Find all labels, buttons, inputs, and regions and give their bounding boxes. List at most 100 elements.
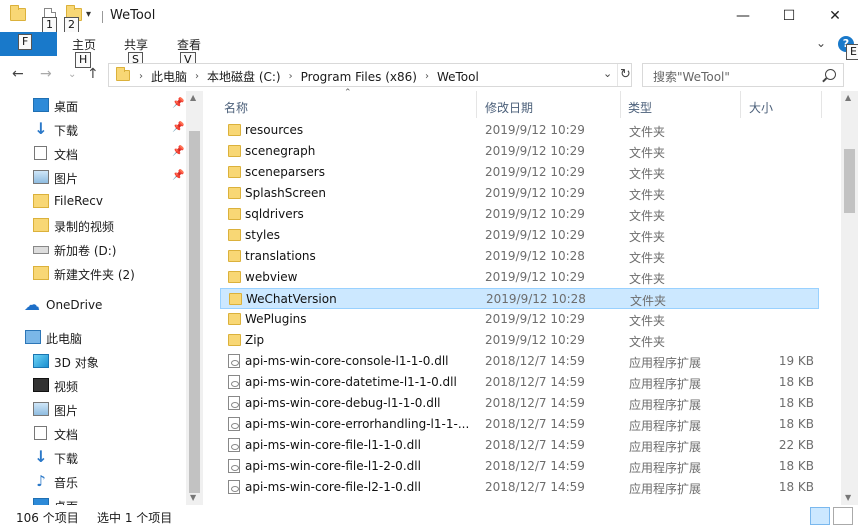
scroll-down-arrow-icon[interactable]: ▼ bbox=[845, 493, 851, 502]
search-icon[interactable] bbox=[825, 69, 836, 80]
table-row[interactable]: webview 2019/9/12 10:29 文件夹 bbox=[220, 267, 819, 288]
scroll-down-arrow-icon[interactable]: ▼ bbox=[190, 493, 196, 502]
breadcrumb-program-files[interactable]: Program Files (x86) bbox=[301, 70, 417, 84]
address-dropdown-chevron-icon[interactable]: ⌄ bbox=[603, 67, 612, 80]
nav-item-label: 文档 bbox=[54, 148, 79, 162]
file-type: 文件夹 bbox=[629, 335, 666, 349]
large-icons-view-icon[interactable] bbox=[833, 507, 853, 525]
nav-item-new-folder-2[interactable]: 新建文件夹 (2) bbox=[0, 261, 186, 285]
column-divider[interactable] bbox=[821, 91, 822, 118]
dll-file-icon bbox=[228, 396, 240, 410]
nav-item-filerecv[interactable]: FileRecv bbox=[0, 189, 186, 213]
column-header-type[interactable]: 类型 bbox=[628, 99, 652, 116]
search-input[interactable]: 搜索"WeTool" bbox=[642, 63, 844, 87]
maximize-button[interactable]: ☐ bbox=[766, 0, 812, 32]
refresh-icon[interactable]: ↻ bbox=[617, 64, 633, 86]
table-row[interactable]: api-ms-win-core-console-l1-1-0.dll 2018/1… bbox=[220, 351, 819, 372]
table-row[interactable]: sqldrivers 2019/9/12 10:29 文件夹 bbox=[220, 204, 819, 225]
tab-share[interactable]: 共享 bbox=[124, 36, 148, 53]
column-divider[interactable] bbox=[740, 91, 741, 118]
column-header-name[interactable]: 名称 bbox=[224, 99, 248, 116]
file-name: api-ms-win-core-file-l1-1-0.dll bbox=[245, 438, 421, 452]
column-divider[interactable] bbox=[476, 91, 477, 118]
file-name: translations bbox=[245, 249, 316, 263]
table-row[interactable]: api-ms-win-core-file-l1-2-0.dll 2018/12/7… bbox=[220, 456, 819, 477]
tab-view[interactable]: 查看 bbox=[177, 36, 201, 53]
folder-icon bbox=[228, 166, 241, 178]
column-header-date[interactable]: 修改日期 bbox=[485, 99, 533, 116]
file-name: api-ms-win-core-file-l2-1-0.dll bbox=[245, 480, 421, 494]
file-type: 文件夹 bbox=[629, 314, 666, 328]
dll-file-icon bbox=[228, 375, 240, 389]
folder-icon bbox=[228, 250, 241, 262]
nav-item-this-pc[interactable]: 此电脑 bbox=[0, 325, 186, 349]
nav-item-drive-d[interactable]: 新加卷 (D:) bbox=[0, 237, 186, 261]
breadcrumb-local-disk[interactable]: 本地磁盘 (C:) bbox=[207, 68, 281, 85]
file-date: 2018/12/7 14:59 bbox=[485, 417, 585, 431]
table-row[interactable]: api-ms-win-core-errorhandling-l1-1-... 20… bbox=[220, 414, 819, 435]
table-row[interactable]: WePlugins 2019/9/12 10:29 文件夹 bbox=[220, 309, 819, 330]
nav-item-pictures[interactable]: 图片 📌 bbox=[0, 165, 186, 189]
scrollbar-thumb[interactable] bbox=[189, 131, 200, 493]
table-row[interactable]: Zip 2019/9/12 10:29 文件夹 bbox=[220, 330, 819, 351]
column-header-size[interactable]: 大小 bbox=[749, 99, 773, 116]
nav-item-documents[interactable]: 文档 📌 bbox=[0, 141, 186, 165]
tab-home[interactable]: 主页 bbox=[72, 36, 96, 53]
expand-ribbon-chevron-icon[interactable]: ⌄ bbox=[816, 36, 826, 50]
nav-item-desktop[interactable]: 桌面 📌 bbox=[0, 93, 186, 117]
nav-item-videos[interactable]: 视频 bbox=[0, 373, 186, 397]
forward-arrow-icon[interactable]: → bbox=[40, 66, 52, 82]
column-divider[interactable] bbox=[620, 91, 621, 118]
minimize-button[interactable]: — bbox=[720, 0, 766, 32]
scrollbar-thumb[interactable] bbox=[844, 149, 855, 213]
nav-item-label: 视频 bbox=[54, 380, 79, 394]
nav-item-pictures-pc[interactable]: 图片 bbox=[0, 397, 186, 421]
nav-item-recorded-videos[interactable]: 录制的视频 bbox=[0, 213, 186, 237]
recent-locations-chevron-icon[interactable]: ⌄ bbox=[68, 69, 76, 80]
customize-toolbar-chevron-icon[interactable]: ▾ bbox=[86, 9, 91, 20]
table-row[interactable]: api-ms-win-core-debug-l1-1-0.dll 2018/12/… bbox=[220, 393, 819, 414]
nav-pane-scrollbar[interactable]: ▲ ▼ bbox=[186, 91, 203, 505]
scroll-up-arrow-icon[interactable]: ▲ bbox=[190, 93, 196, 102]
keytip-1: 1 bbox=[42, 17, 57, 33]
table-row[interactable]: api-ms-win-core-file-l2-1-0.dll 2018/12/7… bbox=[220, 477, 819, 498]
file-tab[interactable]: F bbox=[0, 32, 57, 56]
close-button[interactable]: ✕ bbox=[812, 0, 858, 32]
nav-item-music[interactable]: ♪ 音乐 bbox=[0, 469, 186, 493]
chevron-right-icon[interactable]: › bbox=[289, 71, 293, 82]
breadcrumb-this-pc[interactable]: 此电脑 bbox=[151, 68, 187, 85]
nav-item-documents-pc[interactable]: 文档 bbox=[0, 421, 186, 445]
details-view-icon[interactable] bbox=[810, 507, 830, 525]
file-name: resources bbox=[245, 123, 304, 137]
download-icon: ↓ bbox=[34, 119, 48, 138]
table-row[interactable]: scenegraph 2019/9/12 10:29 文件夹 bbox=[220, 141, 819, 162]
file-name: Zip bbox=[245, 333, 265, 347]
folder-icon bbox=[33, 218, 49, 232]
breadcrumb-wetool[interactable]: WeTool bbox=[437, 70, 479, 84]
music-icon: ♪ bbox=[36, 472, 46, 490]
chevron-right-icon[interactable]: › bbox=[425, 71, 429, 82]
scroll-up-arrow-icon[interactable]: ▲ bbox=[845, 93, 851, 102]
table-row[interactable]: resources 2019/9/12 10:29 文件夹 bbox=[220, 120, 819, 141]
nav-item-downloads[interactable]: ↓ 下载 📌 bbox=[0, 117, 186, 141]
table-row[interactable]: WeChatVersion 2019/9/12 10:28 文件夹 bbox=[220, 288, 819, 309]
nav-item-onedrive[interactable]: ☁ OneDrive bbox=[0, 293, 186, 317]
back-arrow-icon[interactable]: ← bbox=[12, 66, 24, 82]
nav-item-downloads-pc[interactable]: ↓ 下载 bbox=[0, 445, 186, 469]
nav-item-desktop-pc[interactable]: 桌面 bbox=[0, 493, 186, 505]
table-row[interactable]: sceneparsers 2019/9/12 10:29 文件夹 bbox=[220, 162, 819, 183]
file-list-scrollbar[interactable]: ▲ ▼ bbox=[841, 91, 858, 505]
address-bar[interactable]: › 此电脑 › 本地磁盘 (C:) › Program Files (x86) … bbox=[108, 63, 632, 87]
table-row[interactable]: styles 2019/9/12 10:29 文件夹 bbox=[220, 225, 819, 246]
table-row[interactable]: api-ms-win-core-datetime-l1-1-0.dll 2018/… bbox=[220, 372, 819, 393]
folder-icon bbox=[228, 124, 241, 136]
table-row[interactable]: api-ms-win-core-file-l1-1-0.dll 2018/12/7… bbox=[220, 435, 819, 456]
chevron-right-icon[interactable]: › bbox=[195, 71, 199, 82]
nav-item-3d-objects[interactable]: 3D 对象 bbox=[0, 349, 186, 373]
chevron-right-icon[interactable]: › bbox=[139, 71, 143, 82]
folder-icon bbox=[33, 266, 49, 280]
nav-item-label: 文档 bbox=[54, 428, 79, 442]
table-row[interactable]: translations 2019/9/12 10:28 文件夹 bbox=[220, 246, 819, 267]
up-arrow-icon[interactable]: ↑ bbox=[87, 66, 99, 82]
table-row[interactable]: SplashScreen 2019/9/12 10:29 文件夹 bbox=[220, 183, 819, 204]
